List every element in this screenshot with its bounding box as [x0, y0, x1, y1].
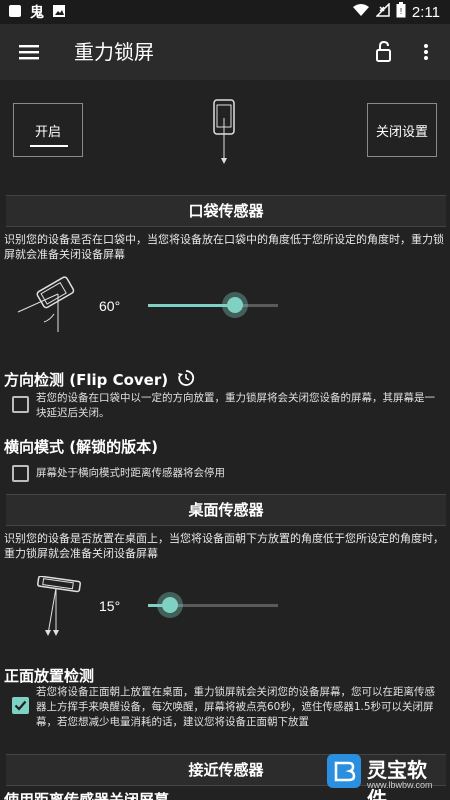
main-content: 开启 关闭设置 口袋传感器 识别您的设备是否在口袋中，当您将设备放在口袋中的角度… — [0, 80, 450, 800]
watermark-logo — [327, 754, 361, 788]
wifi-icon — [352, 3, 370, 21]
table-slider-thumb[interactable] — [157, 592, 184, 618]
status-bar: 鬼 ! 2:11 — [0, 0, 450, 24]
unlock-icon[interactable] — [374, 40, 394, 64]
off-settings-button[interactable]: 关闭设置 — [367, 103, 437, 157]
table-phone-icon — [30, 575, 90, 638]
landscape-title: 横向模式 (解锁的版本) — [4, 438, 158, 456]
landscape-checkbox[interactable] — [12, 465, 29, 482]
pocket-phone-icon — [14, 272, 84, 334]
more-vert-icon[interactable] — [418, 40, 434, 64]
table-sensor-header: 桌面传感器 — [6, 494, 446, 526]
square-icon — [8, 3, 22, 22]
enabled-indicator — [30, 145, 68, 147]
table-angle-slider[interactable] — [148, 592, 278, 618]
toolbar: 重力锁屏 — [0, 24, 450, 80]
pocket-angle-slider[interactable] — [148, 292, 278, 318]
ghost-icon: 鬼 — [30, 5, 44, 21]
face-up-title: 正面放置检测 — [4, 667, 95, 685]
history-icon[interactable] — [177, 369, 195, 392]
enable-button[interactable]: 开启 — [13, 103, 83, 157]
pocket-sensor-description: 识别您的设备是否在口袋中，当您将设备放在口袋中的角度低于您所设定的角度时，重力锁… — [4, 233, 444, 261]
flip-cover-checkbox[interactable] — [12, 396, 29, 413]
svg-text:!: ! — [400, 7, 402, 16]
face-up-checkbox[interactable] — [12, 697, 29, 714]
clock: 2:11 — [411, 3, 440, 21]
menu-icon[interactable] — [18, 41, 40, 63]
battery-icon: ! — [396, 2, 406, 22]
table-sensor-description: 识别您的设备是否放置在桌面上，当您将设备面朝下方放置的角度低于您所设定的角度时，… — [4, 532, 444, 560]
face-up-description: 若您将设备正面朝上放置在桌面，重力锁屏就会关闭您的设备屏幕，您可以在距离传感器上… — [36, 686, 435, 728]
flip-cover-title: 方向检测 (Flip Cover) — [4, 369, 195, 392]
page-title: 重力锁屏 — [74, 40, 154, 64]
phone-orientation-icon — [212, 98, 238, 166]
watermark-url: www.lbwbw.com — [367, 780, 433, 790]
proximity-item-title[interactable]: 使用距离传感器关闭屏幕 — [4, 790, 169, 800]
watermark: 灵宝软件 www.lbwbw.com — [327, 752, 445, 800]
table-angle-value: 15° — [99, 598, 121, 614]
image-icon — [52, 3, 66, 22]
flip-cover-description: 若您的设备在口袋中以一定的方向放置，重力锁屏将会关闭您设备的屏幕，其屏幕是一块延… — [36, 392, 435, 419]
watermark-name: 灵宝软件 — [367, 758, 427, 800]
pocket-sensor-header: 口袋传感器 — [6, 195, 446, 227]
pocket-angle-value: 60° — [99, 298, 121, 314]
landscape-description: 屏幕处于横向模式时距离传感器将会停用 — [36, 467, 225, 479]
pocket-slider-thumb[interactable] — [222, 292, 249, 318]
signal-icon — [375, 2, 390, 21]
